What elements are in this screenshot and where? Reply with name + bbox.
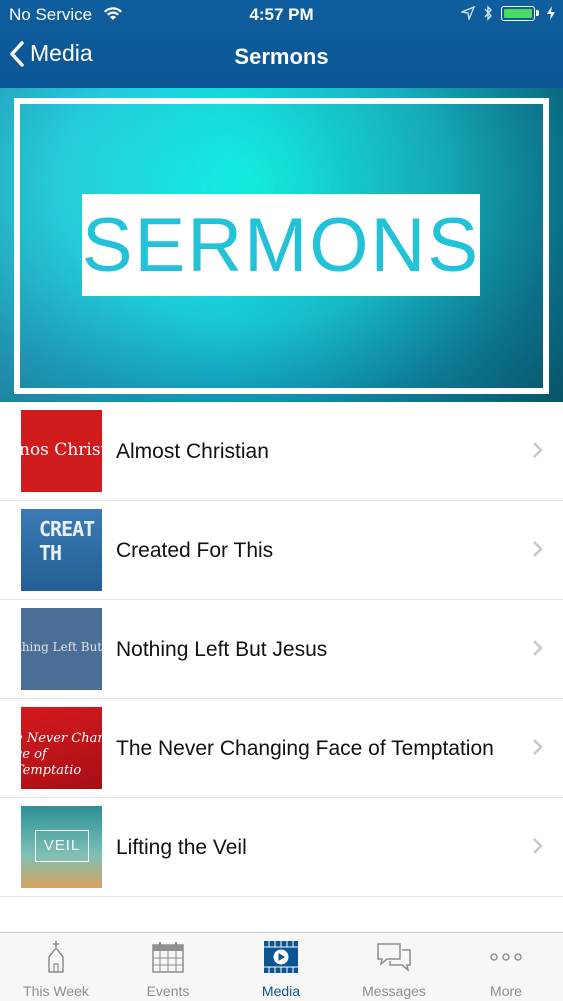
sermon-thumbnail: e Never Chang ce of Temptatio — [21, 707, 102, 789]
chevron-right-icon — [533, 838, 543, 854]
sermon-thumbnail: thing Left But Jes — [21, 608, 102, 690]
tab-label: This Week — [23, 983, 89, 999]
tab-bar: This Week Events Media Messages More — [0, 932, 563, 1001]
tab-label: Media — [261, 983, 301, 999]
tab-label: Messages — [362, 983, 426, 999]
thumb-text: VEIL — [35, 830, 89, 862]
sermon-thumbnail: nos Christi — [21, 410, 102, 492]
battery-tip — [536, 10, 539, 16]
more-icon — [490, 953, 522, 961]
sermon-thumbnail: CREAT F TH — [21, 509, 102, 591]
hero-banner: SERMONS — [0, 88, 563, 402]
tab-this-week[interactable]: This Week — [0, 933, 112, 1001]
hero-label: SERMONS — [82, 194, 480, 296]
sermon-row[interactable]: VEIL Lifting the Veil — [0, 798, 563, 897]
location-icon — [461, 6, 475, 20]
tab-more[interactable]: More — [450, 933, 562, 1001]
tab-messages[interactable]: Messages — [338, 933, 450, 1001]
status-bar: No Service 4:57 PM — [0, 0, 563, 30]
tab-label: More — [490, 983, 522, 999]
tab-media[interactable]: Media — [225, 933, 337, 1001]
chevron-right-icon — [533, 739, 543, 755]
sermon-row[interactable]: thing Left But Jes Nothing Left But Jesu… — [0, 600, 563, 699]
calendar-icon — [152, 942, 184, 973]
page-title: Sermons — [234, 44, 329, 69]
messages-icon — [377, 943, 411, 972]
sermon-row[interactable]: CREAT F TH Created For This — [0, 501, 563, 600]
church-icon — [48, 941, 64, 973]
thumb-text: nos Christi — [21, 440, 102, 460]
status-right — [461, 5, 555, 21]
sermon-row[interactable]: nos Christi Almost Christian — [0, 402, 563, 501]
sermon-title: Lifting the Veil — [116, 835, 247, 859]
battery-icon — [501, 5, 535, 21]
tab-label: Events — [146, 983, 190, 999]
thumb-text: thing Left But Jes — [21, 640, 102, 654]
sermon-list: nos Christi Almost Christian CREAT F TH … — [0, 402, 563, 897]
tab-events[interactable]: Events — [112, 933, 224, 1001]
sermon-title: Almost Christian — [116, 439, 269, 463]
sermon-title: The Never Changing Face of Temptation — [116, 736, 494, 760]
sermon-title: Nothing Left But Jesus — [116, 637, 328, 661]
charging-icon — [547, 6, 555, 20]
chevron-right-icon — [533, 541, 543, 557]
chevron-right-icon — [533, 442, 543, 458]
thumb-text: e Never Chang ce of Temptatio — [21, 731, 102, 778]
sermon-row[interactable]: e Never Chang ce of Temptatio The Never … — [0, 699, 563, 798]
header: No Service 4:57 PM Media Sermons — [0, 0, 563, 88]
sermon-title: Created For This — [116, 538, 274, 562]
sermon-thumbnail: VEIL — [21, 806, 102, 888]
chevron-right-icon — [533, 640, 543, 656]
media-icon — [264, 941, 298, 973]
bluetooth-icon — [484, 5, 492, 21]
thumb-text: CREAT F TH — [39, 517, 102, 565]
